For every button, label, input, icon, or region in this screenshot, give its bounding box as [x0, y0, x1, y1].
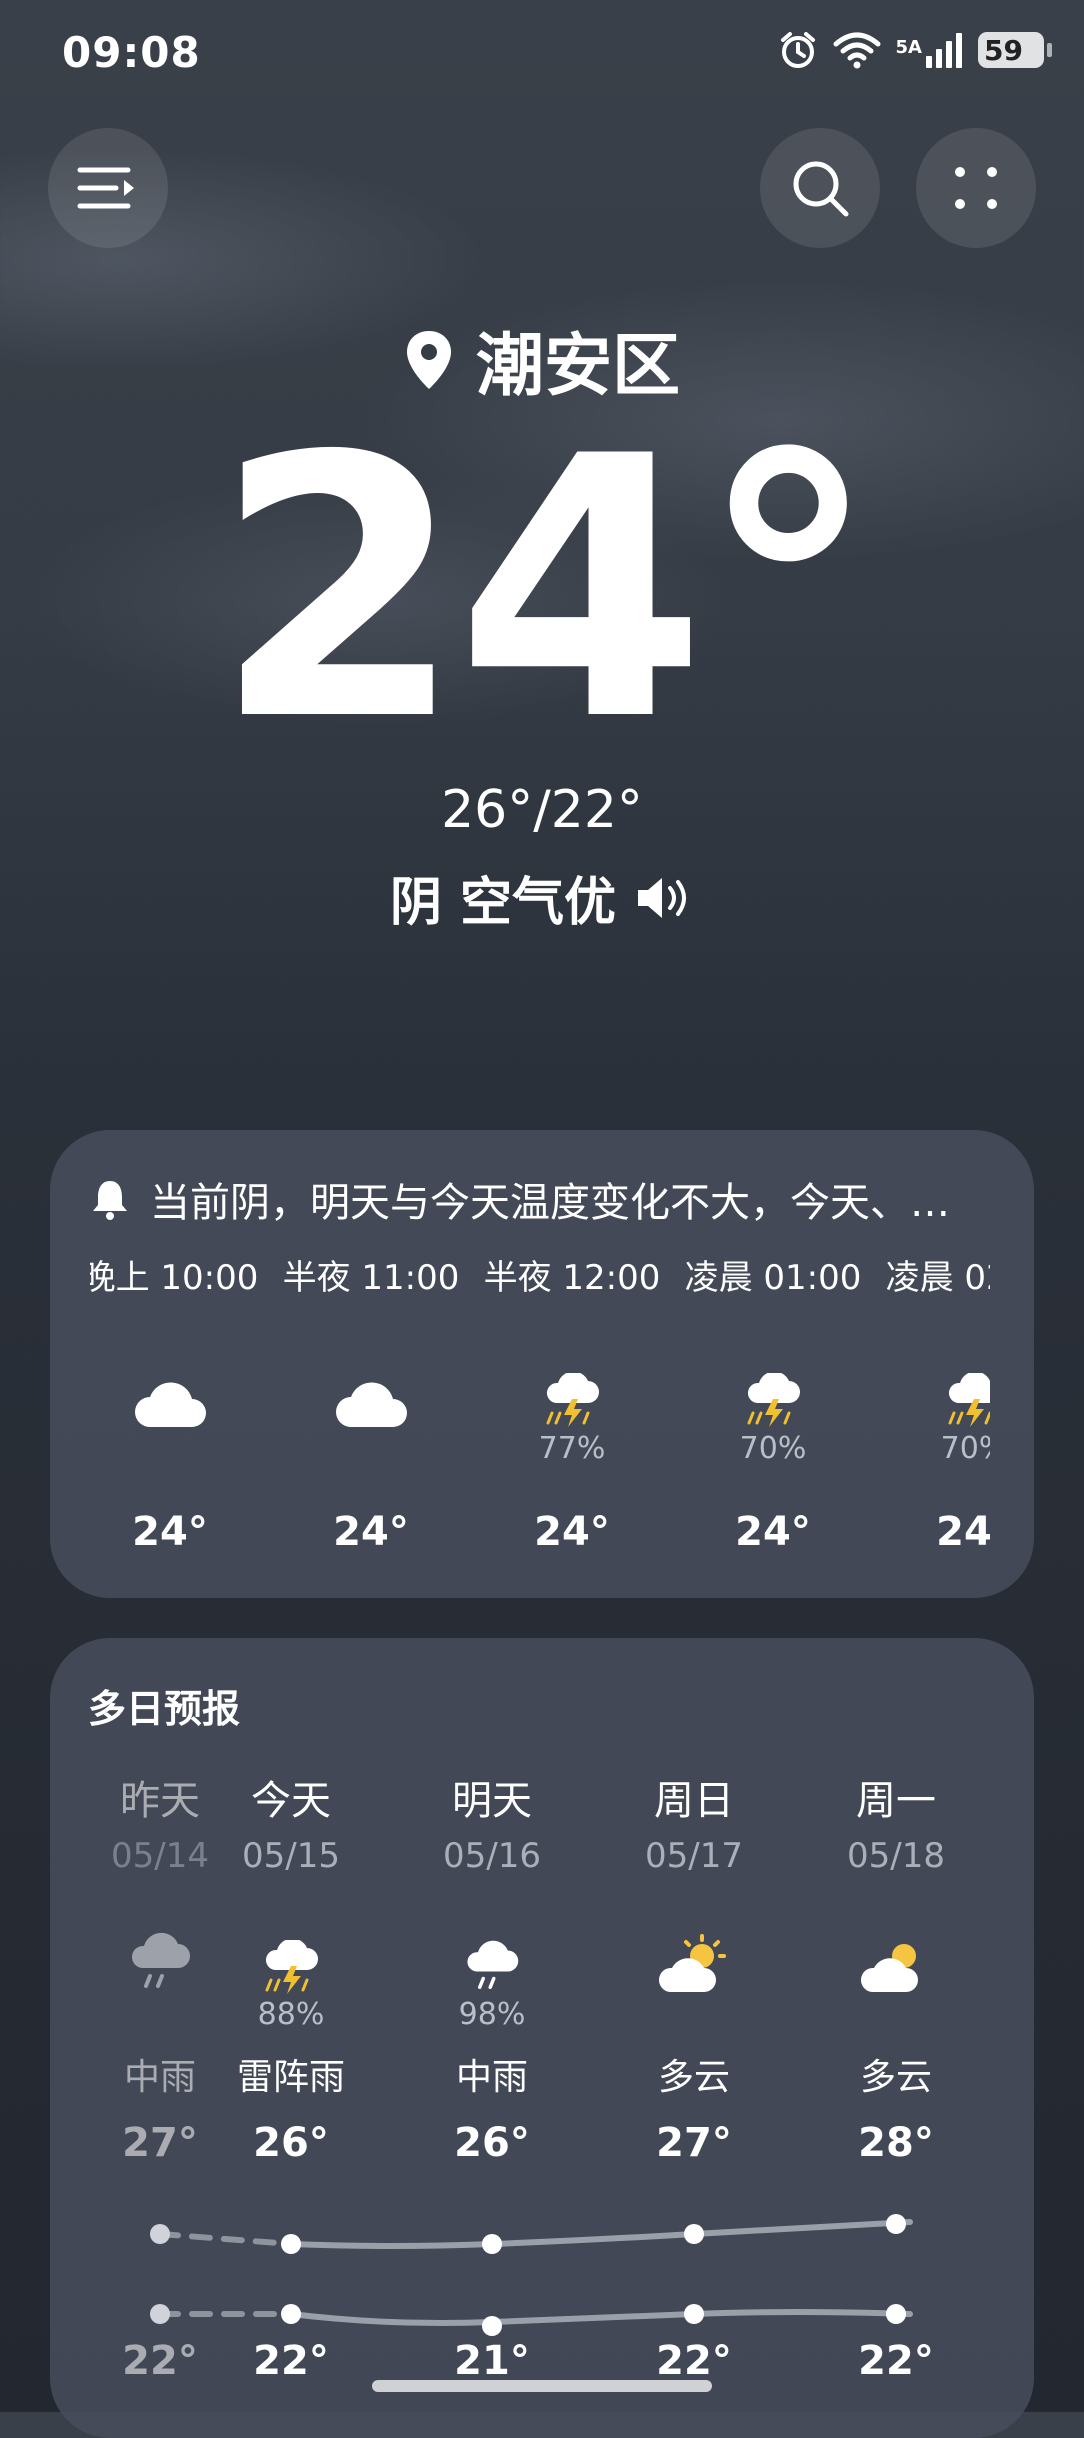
day-precip-prob: 98%	[458, 1997, 526, 2032]
hour-precip-prob: 70%	[739, 1431, 807, 1466]
menu-button[interactable]	[48, 128, 168, 248]
day-high: 26°	[253, 2120, 329, 2166]
hourly-list[interactable]: 晚上 10:00 24° 半夜 11:00 24° 半夜 12:00 77% 2…	[90, 1130, 990, 1598]
day-low: 22°	[253, 2338, 329, 2384]
hour-time: 凌晨 02:00	[885, 1258, 990, 1298]
day-name: 周一	[856, 1778, 936, 1824]
search-button[interactable]	[760, 128, 880, 248]
day-date: 05/15	[242, 1836, 340, 1876]
hour-time: 凌晨 01:00	[684, 1258, 862, 1298]
current-temperature: 24°	[213, 380, 879, 799]
partly-cloudy-icon	[860, 1944, 918, 1992]
hour-item: 凌晨 01:00 70% 24°	[673, 1250, 873, 1555]
partly-cloudy-icon	[658, 1934, 726, 1992]
hour-item: 半夜 11:00 24°	[271, 1250, 471, 1555]
hour-time: 晚上 10:00	[90, 1258, 259, 1298]
temperature-range: 26°/22°	[441, 780, 643, 840]
day-high: 26°	[454, 2120, 530, 2166]
search-icon	[793, 161, 849, 217]
day-high: 27°	[656, 2120, 732, 2166]
hour-temp: 24°	[936, 1509, 990, 1555]
rain-icon	[131, 1932, 190, 1988]
day-date: 05/16	[443, 1836, 541, 1876]
low-temp-point	[281, 2304, 301, 2324]
battery-indicator: 59	[978, 32, 1052, 68]
day-low: 21°	[454, 2338, 530, 2384]
wifi-icon	[833, 32, 881, 69]
hour-precip-prob	[90, 1429, 270, 1469]
day-low: 22°	[858, 2338, 934, 2384]
signal-icon	[926, 33, 962, 68]
hour-temp: 24°	[333, 1509, 409, 1555]
cloudy-icon	[336, 1382, 407, 1427]
day-item[interactable]: 周日 05/17 多云 27°	[594, 1768, 794, 2166]
cloudy-icon	[135, 1382, 206, 1427]
thunder-rain-icon	[546, 1373, 599, 1427]
dots-grid-icon	[955, 167, 997, 209]
thunder-rain-icon	[747, 1373, 800, 1427]
day-low: 22°	[656, 2338, 732, 2384]
day-date: 05/18	[847, 1836, 945, 1876]
condition-text: 阴 空气优	[389, 873, 617, 933]
home-indicator[interactable]	[372, 2380, 712, 2392]
hour-item: 晚上 10:00 24°	[90, 1250, 270, 1555]
status-icons: 5A 59	[778, 30, 1052, 70]
thunder-rain-icon	[948, 1373, 990, 1427]
day-precip-prob: 88%	[257, 1997, 325, 2032]
day-high: 28°	[858, 2120, 934, 2166]
thunder-rain-icon	[265, 1940, 318, 1994]
daily-forecast-card[interactable]: 多日预报 昨天 05/14 中雨 27° 今天 05/15 88% 雷阵雨 26…	[50, 1638, 1034, 2438]
day-name: 今天	[251, 1778, 331, 1824]
battery-level: 59	[984, 33, 1023, 67]
day-condition: 雷阵雨	[236, 2057, 345, 2098]
hour-item: 半夜 12:00 77% 24°	[472, 1250, 672, 1555]
current-condition: 阴 空气优	[0, 860, 1084, 935]
hour-temp: 24°	[735, 1509, 811, 1555]
hour-item: 凌晨 02:00 70% 24°	[874, 1250, 990, 1555]
speaker-icon[interactable]	[634, 874, 694, 922]
hour-precip-prob: 70%	[940, 1431, 990, 1466]
status-time: 09:08	[62, 28, 201, 77]
high-temp-point	[482, 2234, 502, 2254]
low-temp-point	[886, 2304, 906, 2324]
hour-time: 半夜 11:00	[282, 1258, 460, 1298]
day-item[interactable]: 明天 05/16 98% 中雨 26°	[392, 1768, 592, 2166]
network-type: 5A	[895, 37, 922, 58]
high-temp-point	[150, 2224, 170, 2244]
menu-icon	[77, 167, 134, 209]
day-item[interactable]: 周一 05/18 多云 28°	[796, 1768, 990, 2166]
hour-precip-prob	[271, 1429, 471, 1469]
high-temp-point	[684, 2224, 704, 2244]
day-condition: 多云	[657, 2057, 730, 2098]
low-temp-point	[150, 2304, 170, 2324]
high-temp-point	[886, 2214, 906, 2234]
day-condition: 多云	[859, 2057, 932, 2098]
low-temp-point	[482, 2316, 502, 2336]
day-condition: 中雨	[455, 2057, 528, 2098]
high-temp-point	[281, 2234, 301, 2254]
more-button[interactable]	[916, 128, 1036, 248]
hourly-forecast-card[interactable]: 当前阴，明天与今天温度变化不大，今天、… 晚上 10:00 24° 半夜 11:…	[50, 1130, 1034, 1598]
day-name: 周日	[654, 1778, 734, 1824]
hour-precip-prob: 77%	[538, 1431, 606, 1466]
hour-time: 半夜 12:00	[483, 1258, 661, 1298]
alarm-icon	[780, 32, 815, 68]
hour-temp: 24°	[132, 1509, 208, 1555]
hour-temp: 24°	[534, 1509, 610, 1555]
low-temp-point	[684, 2304, 704, 2324]
day-name: 明天	[452, 1778, 532, 1824]
day-date: 05/17	[645, 1836, 743, 1876]
day-precip-prob	[594, 1996, 794, 2034]
day-precip-prob	[796, 1996, 990, 2034]
rain-icon	[467, 1940, 519, 1989]
day-item[interactable]: 今天 05/15 88% 雷阵雨 26°	[191, 1768, 391, 2166]
daily-list[interactable]: 昨天 05/14 中雨 27° 今天 05/15 88% 雷阵雨 26° 明天 …	[90, 1638, 990, 2438]
